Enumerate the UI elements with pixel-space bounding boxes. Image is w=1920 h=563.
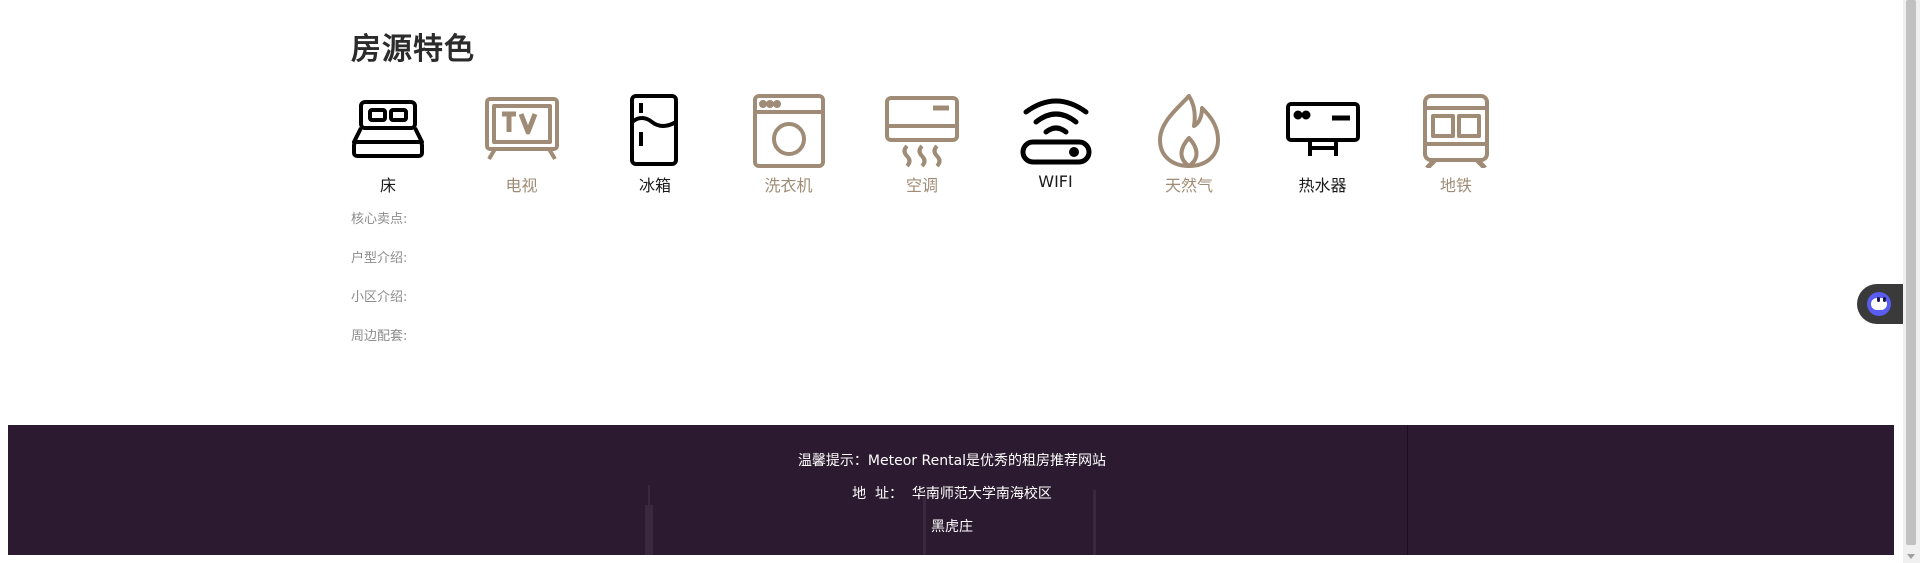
gas-flame-icon (1152, 94, 1226, 168)
tv-icon (484, 94, 559, 168)
vertical-scrollbar[interactable] (1903, 0, 1920, 563)
feature-subway: 地铁 (1419, 94, 1553, 196)
listing-info: 核心卖点: 户型介绍: 小区介绍: 周边配套: (351, 211, 407, 367)
feature-wifi: WIFI (1019, 94, 1153, 196)
chat-bot-icon (1867, 292, 1891, 316)
fridge-icon (618, 94, 692, 168)
feature-tv: 电视 (484, 94, 619, 196)
scroll-down-arrow[interactable] (1907, 554, 1915, 559)
bed-icon (351, 94, 425, 168)
feature-label: WIFI (1038, 172, 1073, 191)
feature-gas: 天然气 (1152, 94, 1286, 196)
footer-tip: 温馨提示：Meteor Rental是优秀的租房推荐网站 (797, 453, 1107, 469)
surroundings: 周边配套: (351, 329, 408, 344)
community-intro: 小区介绍: (351, 290, 408, 305)
listing-features-section: 房源特色 床 电视 冰箱 洗衣机 空调 WIFI 天然气 热水器 地铁 核心卖点… (351, 28, 1551, 344)
feature-label: 洗衣机 (764, 176, 813, 195)
scrollbar-thumb[interactable] (1906, 0, 1916, 545)
chat-bot-eye (1877, 297, 1880, 302)
feature-label: 冰箱 (638, 176, 671, 195)
feature-bed: 床 (351, 94, 485, 196)
footer-address: 地 址： 华南师范大学南海校区 (852, 486, 1052, 502)
water-heater-icon (1285, 94, 1360, 168)
layout-intro: 户型介绍: (351, 251, 408, 266)
feature-label: 床 (379, 176, 396, 195)
chat-bot-eye (1883, 297, 1886, 302)
footer-team: 黑虎庄 (931, 519, 973, 535)
feature-water-heater: 热水器 (1285, 94, 1420, 196)
subway-icon (1419, 94, 1493, 168)
feature-list: 床 电视 冰箱 洗衣机 空调 WIFI 天然气 热水器 地铁 (351, 94, 1553, 196)
feature-label: 地铁 (1439, 176, 1472, 195)
section-title: 房源特色 (351, 32, 475, 67)
feature-label: 电视 (505, 176, 538, 195)
feature-label: 天然气 (1164, 176, 1213, 195)
wifi-router-icon (1019, 94, 1093, 168)
chat-widget-button[interactable] (1857, 284, 1904, 324)
feature-label: 空调 (905, 176, 938, 195)
washing-machine-icon (752, 94, 826, 168)
site-footer: 温馨提示：Meteor Rental是优秀的租房推荐网站 地 址： 华南师范大学… (8, 425, 1894, 555)
feature-label: 热水器 (1298, 176, 1347, 195)
air-conditioner-icon (885, 94, 959, 168)
core-selling-points: 核心卖点: (351, 212, 408, 227)
feature-washing-machine: 洗衣机 (752, 94, 886, 196)
feature-air-conditioner: 空调 (885, 94, 1019, 196)
feature-fridge: 冰箱 (618, 94, 752, 196)
